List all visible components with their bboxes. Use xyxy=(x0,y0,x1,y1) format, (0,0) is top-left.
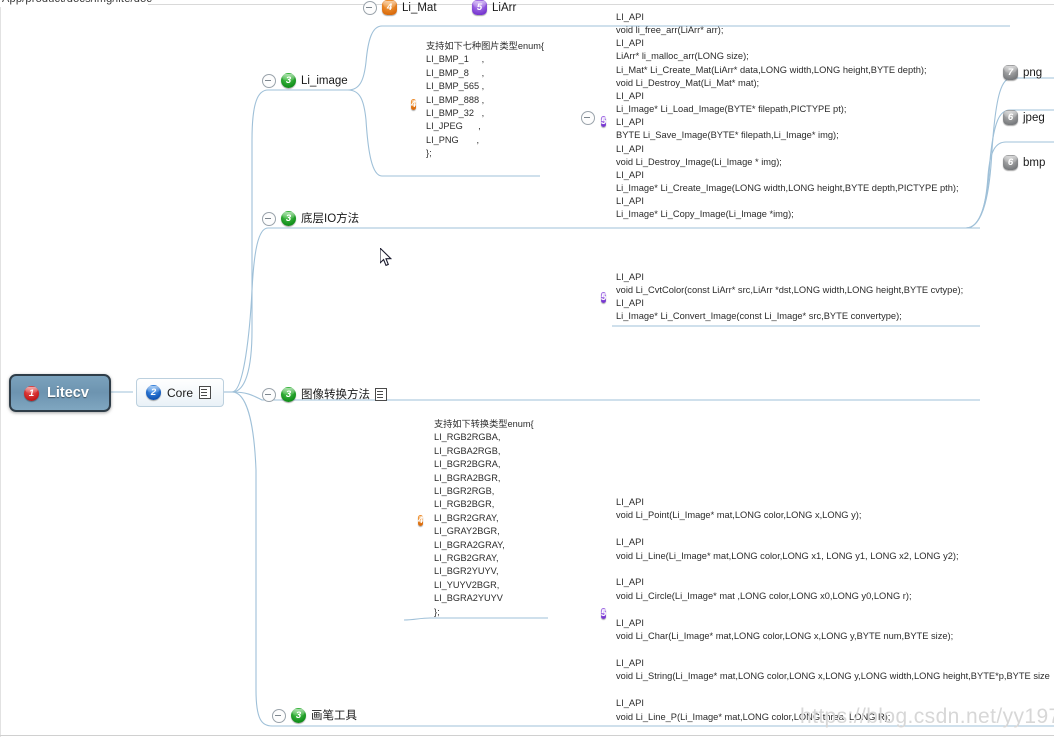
node-low-level-io-label: 底层IO方法 xyxy=(301,212,360,225)
node-li-image[interactable]: 3 Li_image xyxy=(262,73,348,88)
priority-badge-5: 5 xyxy=(472,0,487,15)
collapse-toggle-brush-tools[interactable] xyxy=(272,708,286,723)
root-node-litecv[interactable]: 1 Litecv xyxy=(9,374,111,412)
node-core-label: Core xyxy=(167,385,194,400)
node-png-label: png xyxy=(1023,66,1043,79)
node-low-level-io[interactable]: 3 底层IO方法 xyxy=(262,211,359,226)
canvas-left-edge xyxy=(0,7,1,737)
window-title-text: App/product/docs/img/lite/doc xyxy=(2,0,152,5)
collapse-toggle-li-mat[interactable] xyxy=(363,0,377,15)
node-core[interactable]: 2 Core xyxy=(136,378,225,407)
priority-badge-4: 4 xyxy=(418,515,424,526)
collapse-toggle-io-api-wrap[interactable] xyxy=(581,111,595,125)
priority-badge-7: 7 xyxy=(1003,65,1018,80)
note-icon[interactable] xyxy=(375,388,387,401)
root-node-label: Litecv xyxy=(47,385,89,401)
node-liarr-label: LiArr xyxy=(492,1,517,14)
node-bmp-label: bmp xyxy=(1023,156,1046,169)
priority-badge-5: 5 xyxy=(601,116,607,127)
collapse-toggle-li-image[interactable] xyxy=(262,73,276,88)
node-brush-tools-label: 画笔工具 xyxy=(311,709,357,722)
priority-badge-2: 2 xyxy=(146,385,161,400)
priority-badge-5: 5 xyxy=(601,292,607,303)
node-jpeg-label: jpeg xyxy=(1023,111,1045,124)
priority-badge-6: 6 xyxy=(1003,155,1018,170)
note-pictype-enum: 支持如下七种图片类型enum{ LI_BMP_1 , LI_BMP_8 , LI… xyxy=(426,41,544,159)
node-brush-tools[interactable]: 3 画笔工具 xyxy=(272,708,357,723)
node-liarr[interactable]: 5 LiArr xyxy=(472,0,516,15)
title-divider xyxy=(148,4,1054,5)
node-li-mat[interactable]: 4 Li_Mat xyxy=(363,0,437,15)
note-io-api-badge-wrap: 5 xyxy=(601,111,607,129)
note-draw-api-badge-wrap: 5 xyxy=(601,603,607,621)
node-jpeg[interactable]: 6 jpeg xyxy=(1003,110,1045,125)
note-convert-api: LI_API void Li_CvtColor(const LiArr* src… xyxy=(616,272,964,322)
priority-badge-3: 3 xyxy=(291,708,306,723)
priority-badge-4: 4 xyxy=(411,99,417,110)
window-title-strip: App/product/docs/img/lite/doc xyxy=(0,0,1054,7)
mindmap-canvas: App/product/docs/img/lite/doc xyxy=(0,0,1054,737)
node-image-convert[interactable]: 3 图像转换方法 xyxy=(262,387,387,402)
priority-badge-5: 5 xyxy=(601,608,607,619)
collapse-toggle-io-api[interactable] xyxy=(581,111,595,125)
priority-badge-3: 3 xyxy=(281,73,296,88)
node-li-mat-label: Li_Mat xyxy=(402,1,437,14)
priority-badge-3: 3 xyxy=(281,211,296,226)
note-convert-enum: 支持如下转换类型enum{ LI_RGB2RGBA, LI_RGBA2RGB, … xyxy=(434,419,534,617)
node-bmp[interactable]: 6 bmp xyxy=(1003,155,1045,170)
note-pictype-enum-badge-wrap: 4 xyxy=(411,94,417,112)
priority-badge-4: 4 xyxy=(382,0,397,15)
note-convert-enum-badge-wrap: 4 xyxy=(418,510,424,528)
note-icon[interactable] xyxy=(199,386,212,399)
node-li-image-label: Li_image xyxy=(301,74,348,87)
priority-badge-6: 6 xyxy=(1003,110,1018,125)
collapse-toggle-image-convert[interactable] xyxy=(262,387,276,402)
node-image-convert-label: 图像转换方法 xyxy=(301,388,370,401)
priority-badge-3: 3 xyxy=(281,387,296,402)
priority-badge-1: 1 xyxy=(24,385,39,401)
note-draw-api: LI_API void Li_Point(Li_Image* mat,LONG … xyxy=(616,497,1050,722)
node-png[interactable]: 7 png xyxy=(1003,65,1042,80)
note-io-api: LI_API void li_free_arr(LiArr* arr); LI_… xyxy=(616,12,959,220)
collapse-toggle-low-level-io[interactable] xyxy=(262,211,276,226)
canvas-bottom-edge xyxy=(0,735,1054,736)
watermark: https://blog.csdn.net/yy197696 xyxy=(800,705,1054,728)
mouse-cursor xyxy=(380,248,393,267)
note-convert-api-badge-wrap: 5 xyxy=(601,287,607,305)
